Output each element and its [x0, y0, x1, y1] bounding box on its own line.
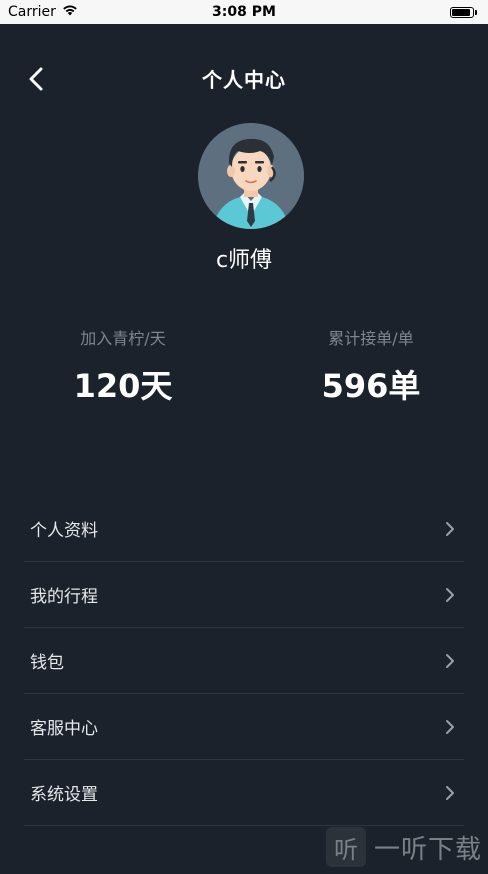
watermark-text: 一听下载 [373, 834, 482, 865]
menu-item-settings[interactable]: 系统设置 [24, 760, 464, 826]
battery-level [452, 8, 470, 16]
user-name: c师傅 [215, 248, 273, 273]
menu-item-trips[interactable]: 我的行程 [24, 562, 464, 628]
menu-item-profile[interactable]: 个人资料 [24, 496, 464, 562]
status-bar: Carrier 3:08 PM [0, 0, 488, 24]
watermark: 听 一听下载 [325, 824, 482, 870]
menu-item-label: 系统设置 [30, 785, 98, 805]
settings-menu: 个人资料 我的行程 钱包 客服中心 系统设置 [24, 496, 464, 826]
menu-item-label: 个人资料 [30, 521, 98, 541]
chevron-right-icon [446, 587, 454, 602]
stat-value: 120天 [73, 367, 173, 405]
status-left: Carrier [8, 4, 78, 20]
chevron-right-icon [446, 653, 454, 668]
menu-item-label: 客服中心 [30, 719, 98, 739]
stat-days-joined: 加入青柠/天 120天 [23, 325, 223, 407]
wifi-icon [62, 4, 78, 20]
chevron-right-icon [446, 785, 454, 800]
menu-item-label: 我的行程 [30, 587, 98, 607]
menu-item-label: 钱包 [30, 653, 64, 673]
stat-value: 596单 [321, 367, 421, 405]
stat-label: 累计接单/单 [328, 329, 414, 348]
avatar[interactable] [198, 123, 304, 229]
driver-avatar-illustration [198, 123, 304, 229]
stat-total-orders: 累计接单/单 596单 [271, 325, 471, 407]
menu-item-customer-service[interactable]: 客服中心 [24, 694, 464, 760]
battery-icon [450, 6, 477, 18]
page-title: 个人中心 [202, 68, 286, 92]
carrier-label: Carrier [8, 4, 56, 20]
stat-label: 加入青柠/天 [80, 329, 166, 348]
watermark-logo-icon: 听 [325, 827, 366, 867]
chevron-right-icon [446, 521, 454, 536]
menu-item-wallet[interactable]: 钱包 [24, 628, 464, 694]
stats-section: 加入青柠/天 120天 累计接单/单 596单 [0, 325, 488, 415]
navigation-bar: 个人中心 [0, 24, 488, 134]
chevron-right-icon [446, 719, 454, 734]
